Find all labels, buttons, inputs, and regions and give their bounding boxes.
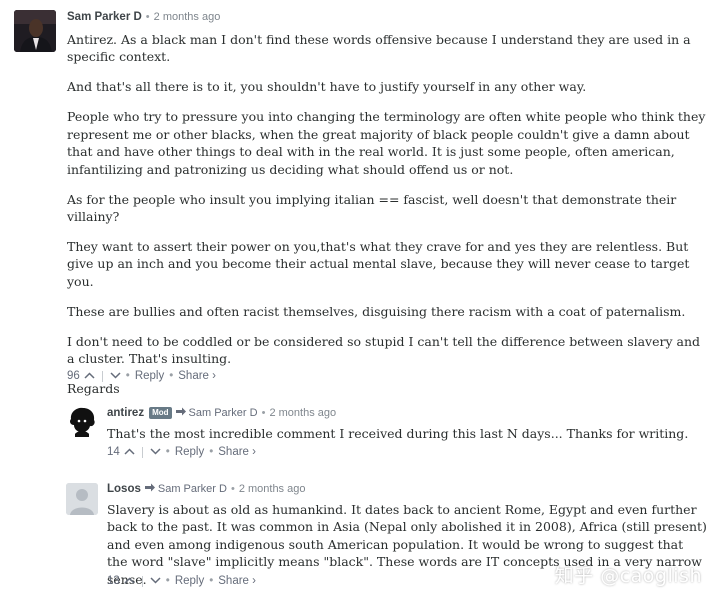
vote-count: 96 <box>67 370 80 382</box>
comment-paragraph: People who try to pressure you into chan… <box>67 109 706 177</box>
reply-button[interactable]: Reply <box>175 446 204 458</box>
divider <box>101 370 103 382</box>
separator-dot: • <box>261 407 266 419</box>
separator-dot: • <box>125 370 130 382</box>
timestamp[interactable]: 2 months ago <box>239 483 306 495</box>
comment-paragraph: Antirez. As a black man I don't find the… <box>67 32 691 65</box>
share-button[interactable]: Share › <box>178 370 216 382</box>
comment-paragraph: These are bullies and often racist thems… <box>67 303 686 319</box>
moderator-badge: Mod <box>149 407 172 419</box>
separator-dot: • <box>209 575 214 587</box>
upvote-icon[interactable] <box>84 370 95 382</box>
separator-dot: • <box>230 483 235 495</box>
comment-paragraph: I don't need to be coddled or be conside… <box>67 333 701 367</box>
comment-paragraph: Regards <box>67 381 120 397</box>
comment-paragraph: As for the people who insult you implyin… <box>67 191 677 225</box>
comment-paragraph: That's the most incredible comment I rec… <box>107 426 689 441</box>
comment-header: antirez Mod Sam Parker D • 2 months ago <box>107 407 336 419</box>
comment-actions: 13 • Reply • Share › <box>107 575 256 587</box>
comment-paragraph: They want to assert their power on you,t… <box>67 239 690 289</box>
comment-actions: 14 • Reply • Share › <box>107 446 256 458</box>
share-button[interactable]: Share › <box>218 446 256 458</box>
comment-body: Antirez. As a black man I don't find the… <box>67 31 707 398</box>
reply-arrow-icon <box>144 483 155 495</box>
divider <box>141 575 143 587</box>
author-name[interactable]: Sam Parker D <box>67 11 142 23</box>
separator-dot: • <box>145 11 150 23</box>
separator-dot: • <box>209 446 214 458</box>
comment-paragraph: And that's all there is to it, you shoul… <box>67 79 587 95</box>
reply-to-author[interactable]: Sam Parker D <box>189 407 258 419</box>
avatar-image <box>66 405 98 437</box>
reply-button[interactable]: Reply <box>135 370 164 382</box>
share-button[interactable]: Share › <box>218 575 256 587</box>
comment-body: That's the most incredible comment I rec… <box>107 425 707 442</box>
watermark: 知乎 @caoglish <box>554 565 702 587</box>
author-name[interactable]: antirez <box>107 407 144 419</box>
timestamp[interactable]: 2 months ago <box>269 407 336 419</box>
downvote-icon[interactable] <box>110 370 121 382</box>
comment-header: Losos Sam Parker D • 2 months ago <box>107 483 305 495</box>
separator-dot: • <box>169 370 174 382</box>
reply-button[interactable]: Reply <box>175 575 204 587</box>
avatar-image <box>14 10 56 52</box>
comment-actions: 96 • Reply • Share › <box>67 370 216 382</box>
separator-dot: • <box>165 446 170 458</box>
avatar[interactable] <box>14 10 56 52</box>
reply-arrow-icon <box>175 407 186 419</box>
author-name[interactable]: Losos <box>107 483 141 495</box>
avatar[interactable] <box>66 405 98 437</box>
vote-count: 13 <box>107 575 120 587</box>
downvote-icon[interactable] <box>150 446 161 458</box>
divider <box>141 446 143 458</box>
separator-dot: • <box>165 575 170 587</box>
avatar[interactable] <box>66 483 98 515</box>
reply-to-author[interactable]: Sam Parker D <box>158 483 227 495</box>
upvote-icon[interactable] <box>124 446 135 458</box>
downvote-icon[interactable] <box>150 575 161 587</box>
default-avatar-icon <box>66 483 98 515</box>
comment-header: Sam Parker D • 2 months ago <box>67 11 220 23</box>
timestamp[interactable]: 2 months ago <box>154 11 221 23</box>
upvote-icon[interactable] <box>124 575 135 587</box>
vote-count: 14 <box>107 446 120 458</box>
